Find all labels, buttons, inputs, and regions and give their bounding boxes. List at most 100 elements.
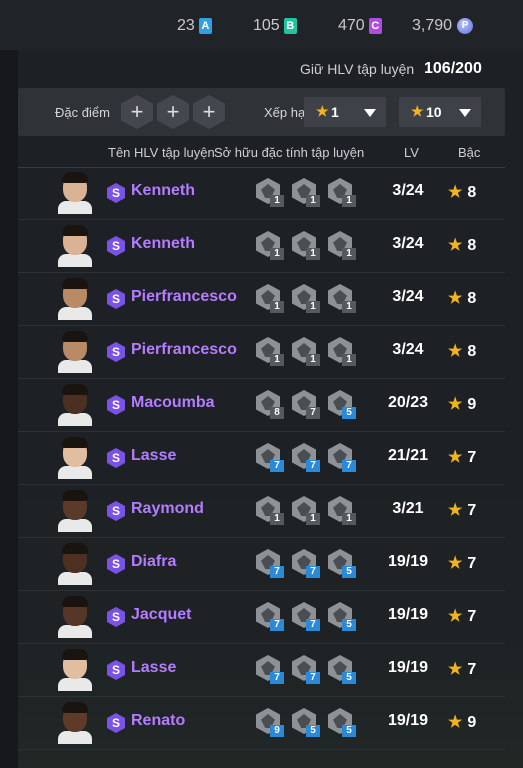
coach-row[interactable]: S Lasse 7 7 7 21/21 ★ 7 — [18, 432, 505, 485]
coach-name: Kenneth — [131, 235, 195, 252]
trait-skill-icon-e: 7 — [256, 547, 288, 581]
star-icon: ★ — [448, 608, 463, 625]
points-coin-icon: P — [457, 18, 474, 34]
coach-avatar — [58, 382, 92, 426]
grade-value: 8 — [467, 343, 477, 360]
grade-value: 9 — [467, 714, 477, 731]
header-grade[interactable]: Bậc — [458, 145, 480, 160]
rank-from-dropdown[interactable]: ★ 1 — [304, 97, 386, 127]
trait-skill-icon-c: 7 — [256, 653, 288, 687]
coach-level: 19/19 — [387, 712, 429, 729]
trait-list: 7 7 7 — [256, 441, 366, 475]
trait-skill-icon-h: 5 — [328, 653, 360, 687]
trait-skill-icon-c: 7 — [256, 441, 288, 475]
star-icon: ★ — [448, 184, 463, 201]
coach-level: 3/21 — [392, 500, 424, 517]
coach-row[interactable]: S Kenneth 1 1 1 3/24 ★ 8 — [18, 220, 505, 273]
rarity-badge-icon: S — [107, 554, 125, 574]
trait-skill-icon-c: 7 — [292, 600, 324, 634]
trait-skill-icon-c: 1 — [328, 176, 360, 210]
grade-value: 8 — [467, 237, 477, 254]
header-traits[interactable]: Sở hữu đặc tính tập luyện — [214, 145, 364, 160]
trait-skill-icon-c: 9 — [256, 706, 288, 740]
coach-row[interactable]: S Lasse 7 7 5 19/19 ★ 7 — [18, 644, 505, 697]
coach-capacity: Giữ HLV tập luyện 106/200 — [300, 60, 482, 77]
header-lv[interactable]: LV — [404, 145, 419, 160]
trait-skill-icon-g: 7 — [292, 653, 324, 687]
coach-grade: ★ 8 — [448, 288, 476, 308]
rarity-badge-icon: S — [107, 395, 125, 415]
trait-list: 1 1 1 — [256, 176, 366, 210]
currency-b-badge: B — [283, 18, 297, 34]
grade-value: 7 — [467, 449, 477, 466]
coach-row[interactable]: S Pierfrancesco 1 1 1 3/24 ★ 8 — [18, 326, 505, 379]
coach-name: Pierfrancesco — [131, 341, 237, 358]
rarity-badge-icon: S — [107, 289, 125, 309]
coach-name: Raymond — [131, 500, 204, 517]
rank-from-value: 1 — [331, 104, 339, 120]
rarity-badge-icon: S — [107, 342, 125, 362]
trait-level: 7 — [306, 619, 320, 631]
rarity-badge-icon: S — [107, 660, 125, 680]
coach-row[interactable]: S Pierfrancesco 1 1 1 3/24 ★ 8 — [18, 273, 505, 326]
trait-skill-icon-b: 1 — [292, 176, 324, 210]
coach-grade: ★ 7 — [448, 500, 476, 520]
trait-skill-icon-g: 7 — [292, 441, 324, 475]
coach-row[interactable]: S Diafra 7 7 5 19/19 ★ 7 — [18, 538, 505, 591]
coach-row[interactable]: S Raymond 1 1 1 3/21 ★ 7 — [18, 485, 505, 538]
coach-row[interactable]: S Kenneth 1 1 1 3/24 ★ 8 — [18, 167, 505, 220]
trait-level: 1 — [270, 301, 284, 313]
trait-level: 8 — [270, 407, 284, 419]
currency-points-value: 3,790 — [412, 17, 453, 34]
chevron-down-icon — [459, 109, 471, 117]
coach-level: 3/24 — [392, 182, 424, 199]
coach-level: 3/24 — [392, 235, 424, 252]
trait-level: 1 — [306, 195, 320, 207]
coach-level: 19/19 — [387, 553, 429, 570]
coach-grade: ★ 7 — [448, 659, 476, 679]
grade-value: 9 — [467, 396, 477, 413]
trait-skill-icon-a: 1 — [256, 494, 288, 528]
coach-row[interactable]: S Renato 9 5 5 19/19 ★ 9 — [18, 697, 505, 750]
coach-grade: ★ 8 — [448, 341, 476, 361]
trait-skill-icon-c: 5 — [328, 600, 360, 634]
capacity-value: 106/200 — [424, 60, 482, 77]
coach-grade: ★ 8 — [448, 235, 476, 255]
trait-level: 5 — [342, 566, 356, 578]
grade-value: 8 — [467, 184, 477, 201]
rank-filter-label: Xếp hạ — [264, 105, 304, 120]
trait-skill-icon-d: 1 — [292, 282, 324, 316]
coach-level: 3/24 — [392, 341, 424, 358]
trait-level: 1 — [342, 354, 356, 366]
coach-level: 20/23 — [387, 394, 429, 411]
trait-skill-icon-a: 1 — [256, 229, 288, 263]
rarity-badge-icon: S — [107, 713, 125, 733]
trait-list: 1 1 1 — [256, 282, 366, 316]
trait-level: 1 — [270, 513, 284, 525]
rank-to-dropdown[interactable]: ★ 10 — [399, 97, 481, 127]
currency-b-value: 105 — [253, 17, 280, 34]
coach-avatar — [58, 276, 92, 320]
coach-avatar — [58, 488, 92, 532]
currency-points: 3,790 P — [412, 17, 474, 35]
coach-avatar — [58, 541, 92, 585]
trait-skill-icon-e: 1 — [256, 335, 288, 369]
coach-level: 19/19 — [387, 659, 429, 676]
trait-skill-icon-a: 1 — [256, 176, 288, 210]
trait-list: 8 7 5 — [256, 388, 366, 422]
coach-row[interactable]: S Jacquet 7 7 5 19/19 ★ 7 — [18, 591, 505, 644]
add-trait-filter-button-1[interactable]: + — [121, 95, 153, 129]
add-trait-filter-button-2[interactable]: + — [157, 95, 189, 129]
coach-grade: ★ 8 — [448, 182, 476, 202]
coach-grade: ★ 7 — [448, 553, 476, 573]
coach-row[interactable]: S Macoumba 8 7 5 20/23 ★ 9 — [18, 379, 505, 432]
trait-level: 1 — [270, 195, 284, 207]
grade-value: 7 — [467, 661, 477, 678]
trait-skill-icon-c: 1 — [328, 494, 360, 528]
trait-level: 1 — [270, 354, 284, 366]
trait-skill-icon-a: 1 — [256, 282, 288, 316]
trait-skill-icon-f: 5 — [328, 547, 360, 581]
header-name[interactable]: Tên HLV tập luyện — [108, 145, 215, 160]
capacity-label: Giữ HLV tập luyện — [300, 61, 415, 77]
add-trait-filter-button-3[interactable]: + — [193, 95, 225, 129]
